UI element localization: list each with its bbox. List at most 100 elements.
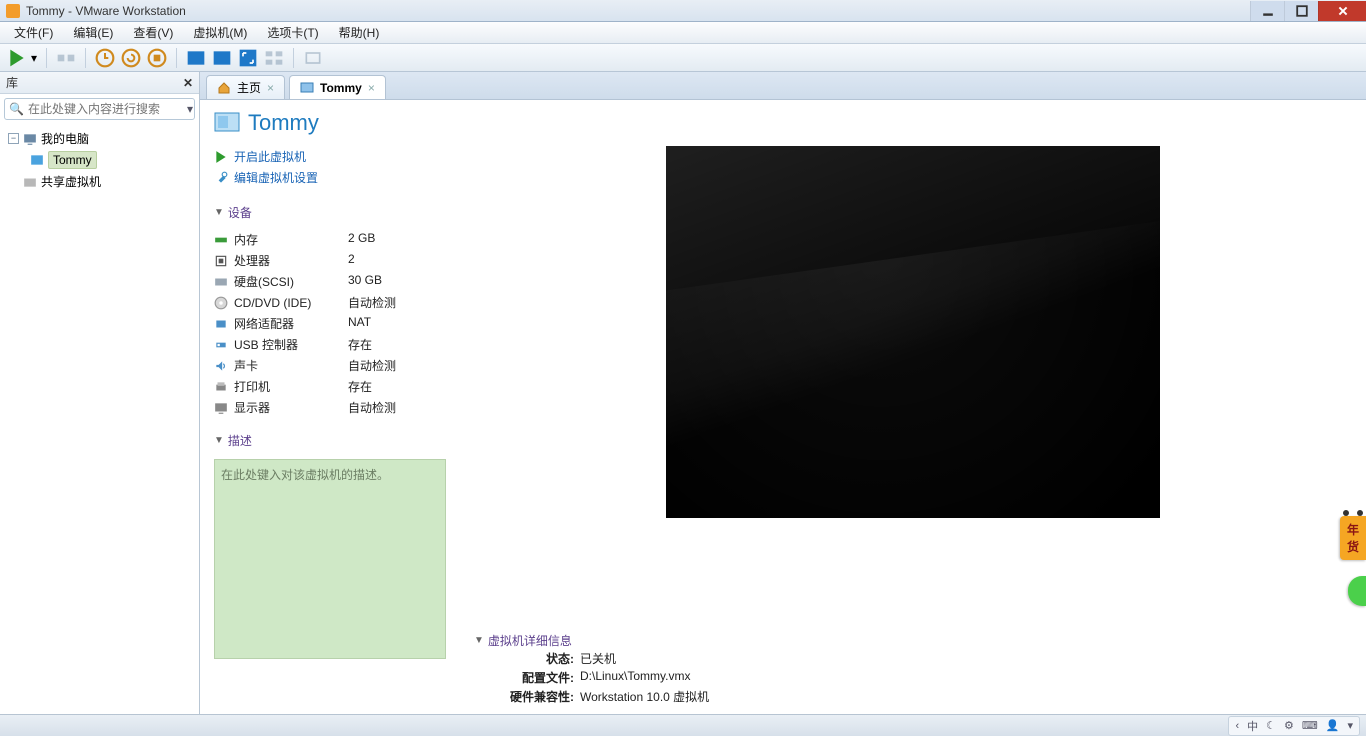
tree-label-vm: Tommy bbox=[48, 151, 97, 169]
preview-area bbox=[474, 110, 1352, 628]
device-row-label[interactable]: 硬盘(SCSI) bbox=[214, 273, 334, 290]
fullscreen-button[interactable] bbox=[237, 47, 259, 69]
network-icon bbox=[214, 317, 228, 331]
tab-vm-label: Tommy bbox=[320, 81, 362, 95]
toolbar-separator bbox=[293, 48, 294, 68]
menu-help[interactable]: 帮助(H) bbox=[331, 22, 388, 43]
tab-home-close[interactable]: × bbox=[267, 81, 274, 95]
tab-vm[interactable]: Tommy × bbox=[289, 75, 386, 99]
description-box[interactable]: 在此处键入对该虚拟机的描述。 bbox=[214, 459, 446, 659]
library-tree: − 我的电脑 Tommy 共享虚拟机 bbox=[0, 124, 199, 714]
device-row-label[interactable]: CD/DVD (IDE) bbox=[214, 294, 334, 311]
menu-vm[interactable]: 虚拟机(M) bbox=[185, 22, 255, 43]
device-row-label[interactable]: 网络适配器 bbox=[214, 315, 334, 332]
window-close-button[interactable] bbox=[1318, 1, 1366, 21]
view-console-button[interactable] bbox=[185, 47, 207, 69]
library-search-input[interactable] bbox=[28, 102, 183, 116]
device-row-value: 自动检测 bbox=[348, 399, 446, 416]
wrench-icon bbox=[214, 171, 228, 185]
power-dropdown[interactable]: ▾ bbox=[30, 51, 38, 65]
tray-user-icon[interactable]: 👤 bbox=[1326, 719, 1340, 732]
view-unity-button[interactable] bbox=[211, 47, 233, 69]
clock-snapshot-button[interactable] bbox=[94, 47, 116, 69]
device-row-value: 存在 bbox=[348, 378, 446, 395]
devices-section-head[interactable]: ▼设备 bbox=[214, 204, 446, 221]
tray-keyboard-icon[interactable]: ⌨ bbox=[1302, 719, 1318, 732]
tree-node-shared[interactable]: 共享虚拟机 bbox=[6, 171, 193, 192]
device-row-value: 30 GB bbox=[348, 273, 446, 290]
description-section-head[interactable]: ▼描述 bbox=[214, 432, 446, 449]
tree-node-mycomputer[interactable]: − 我的电脑 bbox=[6, 128, 193, 149]
memory-icon bbox=[214, 233, 228, 247]
library-search[interactable]: 🔍 ▾ bbox=[4, 98, 195, 120]
vm-tab-icon bbox=[300, 81, 314, 95]
thumbnail-button[interactable] bbox=[263, 47, 285, 69]
tab-home[interactable]: 主页 × bbox=[206, 75, 285, 99]
detail-compat-label: 硬件兼容性: bbox=[494, 688, 574, 705]
action-edit-settings[interactable]: 编辑虚拟机设置 bbox=[214, 167, 446, 188]
window-maximize-button[interactable] bbox=[1284, 1, 1318, 21]
description-placeholder: 在此处键入对该虚拟机的描述。 bbox=[221, 468, 389, 482]
usb-icon bbox=[214, 338, 228, 352]
device-row-value: 2 bbox=[348, 252, 446, 269]
sound-icon bbox=[214, 359, 228, 373]
printer-icon bbox=[214, 380, 228, 394]
device-row-label[interactable]: 内存 bbox=[214, 231, 334, 248]
library-close-button[interactable]: ✕ bbox=[183, 76, 193, 90]
manage-snapshot-button[interactable] bbox=[146, 47, 168, 69]
vm-details: ▼虚拟机详细信息 状态:已关机 配置文件:D:\Linux\Tommy.vmx … bbox=[474, 628, 1352, 706]
details-section-head[interactable]: ▼虚拟机详细信息 bbox=[474, 632, 1352, 649]
library-header: 库 ✕ bbox=[0, 72, 199, 94]
tab-home-label: 主页 bbox=[237, 79, 261, 96]
device-row-value: 自动检测 bbox=[348, 294, 446, 311]
device-row-label[interactable]: 声卡 bbox=[214, 357, 334, 374]
menu-file[interactable]: 文件(F) bbox=[6, 22, 61, 43]
vm-name: Tommy bbox=[248, 110, 319, 136]
device-row-label[interactable]: 显示器 bbox=[214, 399, 334, 416]
library-panel: 库 ✕ 🔍 ▾ − 我的电脑 Tommy bbox=[0, 72, 200, 714]
disk-icon bbox=[214, 275, 228, 289]
tray-ime[interactable]: 中 bbox=[1247, 718, 1258, 734]
cycle-multiple-button[interactable] bbox=[302, 47, 324, 69]
menu-view[interactable]: 查看(V) bbox=[125, 22, 181, 43]
detail-config-label: 配置文件: bbox=[494, 669, 574, 686]
device-row-value: 自动检测 bbox=[348, 357, 446, 374]
taskbar: ‹ 中 ☾ ⚙ ⌨ 👤 ▾ bbox=[0, 714, 1366, 736]
power-on-button[interactable] bbox=[6, 47, 28, 69]
collapse-triangle-icon: ▼ bbox=[474, 635, 484, 646]
device-row-label[interactable]: 打印机 bbox=[214, 378, 334, 395]
tray-dropdown-icon[interactable]: ▾ bbox=[1347, 719, 1353, 732]
window-minimize-button[interactable] bbox=[1250, 1, 1284, 21]
system-tray[interactable]: ‹ 中 ☾ ⚙ ⌨ 👤 ▾ bbox=[1228, 716, 1360, 736]
action-power-on[interactable]: 开启此虚拟机 bbox=[214, 146, 446, 167]
tray-moon-icon[interactable]: ☾ bbox=[1266, 719, 1276, 732]
menubar: 文件(F) 编辑(E) 查看(V) 虚拟机(M) 选项卡(T) 帮助(H) bbox=[0, 22, 1366, 44]
search-dropdown[interactable]: ▾ bbox=[187, 102, 193, 116]
tray-expand-icon[interactable]: ‹ bbox=[1235, 720, 1239, 732]
tray-gear-icon[interactable]: ⚙ bbox=[1284, 719, 1294, 732]
toolbar-separator bbox=[85, 48, 86, 68]
device-row-value: NAT bbox=[348, 315, 446, 332]
revert-snapshot-button[interactable] bbox=[120, 47, 142, 69]
toolbar-separator bbox=[176, 48, 177, 68]
vm-large-icon bbox=[214, 110, 240, 136]
device-row-label[interactable]: 处理器 bbox=[214, 252, 334, 269]
menu-tabs[interactable]: 选项卡(T) bbox=[259, 22, 326, 43]
menu-edit[interactable]: 编辑(E) bbox=[65, 22, 121, 43]
promo-badge[interactable]: 年 货 bbox=[1340, 516, 1366, 560]
device-row-label[interactable]: USB 控制器 bbox=[214, 336, 334, 353]
detail-state-value: 已关机 bbox=[580, 650, 616, 667]
vm-actions: 开启此虚拟机 编辑虚拟机设置 bbox=[214, 146, 446, 188]
tab-vm-close[interactable]: × bbox=[368, 81, 375, 95]
vm-screen-preview[interactable] bbox=[666, 146, 1160, 518]
vm-right-panel: ▼虚拟机详细信息 状态:已关机 配置文件:D:\Linux\Tommy.vmx … bbox=[460, 100, 1366, 714]
devices-grid: 内存2 GB处理器2硬盘(SCSI)30 GBCD/DVD (IDE)自动检测网… bbox=[214, 231, 446, 416]
collapse-icon[interactable]: − bbox=[8, 133, 19, 144]
device-row-value: 存在 bbox=[348, 336, 446, 353]
vm-title: Tommy bbox=[214, 110, 446, 136]
display-icon bbox=[214, 401, 228, 415]
window-controls bbox=[1250, 1, 1366, 21]
snapshot-button[interactable] bbox=[55, 47, 77, 69]
tabs: 主页 × Tommy × bbox=[200, 72, 1366, 100]
tree-node-vm[interactable]: Tommy bbox=[28, 149, 193, 171]
